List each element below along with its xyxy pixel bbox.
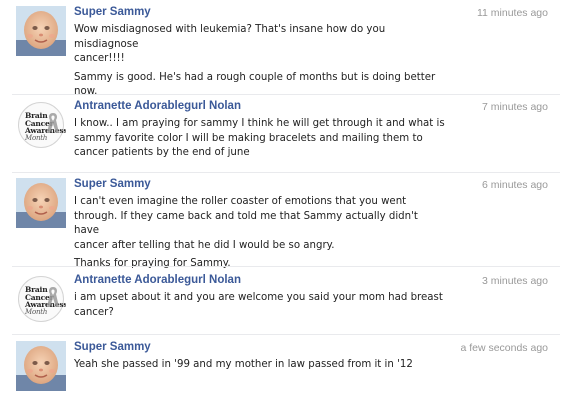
avatar[interactable] <box>16 341 66 391</box>
avatar[interactable]: Brain Cancer Awareness Month <box>16 100 66 150</box>
message-divider <box>12 334 560 335</box>
ribbon-icon <box>46 112 60 137</box>
avatar[interactable] <box>16 178 66 228</box>
author-name-link[interactable]: Antranette Adorablegurl Nolan <box>74 274 241 286</box>
author-name-link[interactable]: Super Sammy <box>74 6 151 18</box>
awareness-badge: Brain Cancer Awareness Month <box>18 102 66 148</box>
message-timestamp: 3 minutes ago <box>482 275 548 287</box>
message-timestamp: 7 minutes ago <box>482 101 548 113</box>
message-timestamp: 6 minutes ago <box>482 179 548 191</box>
avatar[interactable]: Brain Cancer Awareness Month <box>16 274 66 324</box>
message-divider <box>12 266 560 267</box>
message-timestamp: a few seconds ago <box>460 342 548 354</box>
message-paragraph: Sammy is good. He's had a rough couple o… <box>74 71 436 98</box>
message-body: Yeah she passed in '99 and my mother in … <box>74 358 446 377</box>
message-divider <box>12 94 560 95</box>
author-name-link[interactable]: Antranette Adorablegurl Nolan <box>74 100 241 112</box>
author-name-link[interactable]: Super Sammy <box>74 341 151 353</box>
message-body: I know.. I am praying for sammy I think … <box>74 117 446 165</box>
message-timestamp: 11 minutes ago <box>476 7 548 19</box>
message-paragraph: I know.. I am praying for sammy I think … <box>74 118 445 158</box>
message-divider <box>12 172 560 173</box>
message-paragraph: Yeah she passed in '99 and my mother in … <box>74 359 413 370</box>
awareness-badge: Brain Cancer Awareness Month <box>18 276 66 322</box>
ribbon-icon <box>46 286 60 311</box>
message-body: i am upset about it and you are welcome … <box>74 291 446 324</box>
avatar[interactable] <box>16 6 66 56</box>
message-paragraph: Wow misdiagnosed with leukemia? That's i… <box>74 24 386 64</box>
message-body: Wow misdiagnosed with leukemia? That's i… <box>74 23 446 104</box>
message-paragraph: i am upset about it and you are welcome … <box>74 292 443 318</box>
message-body: I can't even imagine the roller coaster … <box>74 195 446 276</box>
message-paragraph: Thanks for praying for Sammy. <box>74 258 231 269</box>
message-paragraph: I can't even imagine the roller coaster … <box>74 196 418 251</box>
author-name-link[interactable]: Super Sammy <box>74 178 151 190</box>
